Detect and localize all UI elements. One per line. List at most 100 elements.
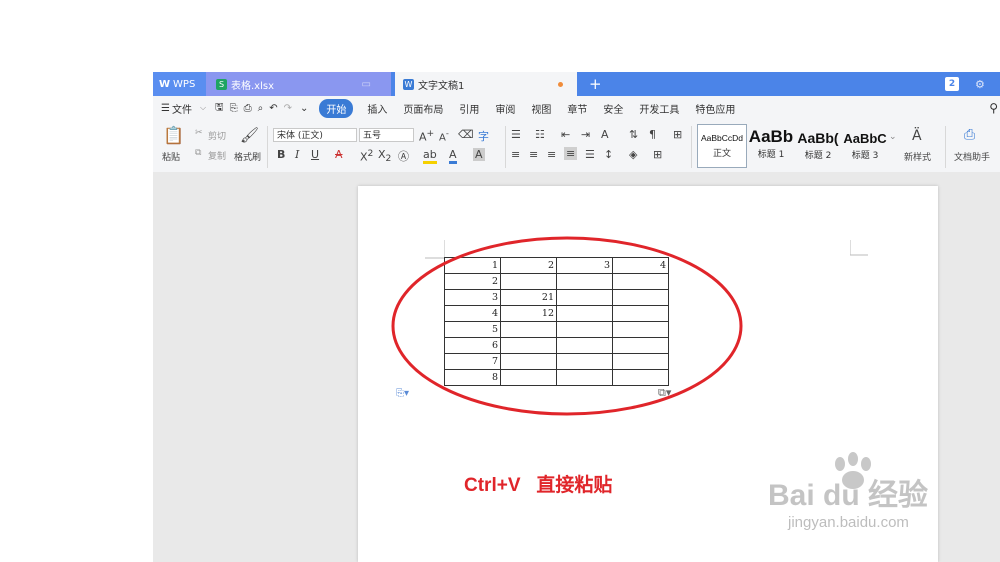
new-style-icon[interactable]: Ä	[912, 128, 922, 144]
italic-icon[interactable]: I	[295, 148, 299, 161]
menu-insert[interactable]: 插入	[359, 101, 395, 116]
print-preview-icon[interactable]: ⌕	[255, 103, 267, 114]
menu-references[interactable]: 引用	[451, 101, 487, 116]
menu-view[interactable]: 视图	[523, 101, 559, 116]
margin-corner-mark	[850, 240, 868, 256]
char-shading-icon[interactable]: A	[473, 148, 485, 161]
redo-icon[interactable]: ↷	[281, 103, 295, 114]
tab-document[interactable]: W 文字文稿1	[395, 72, 577, 96]
scissors-icon[interactable]: ✂	[195, 128, 203, 138]
menu-special[interactable]: 特色应用	[687, 101, 743, 116]
menu-start[interactable]: 开始	[319, 98, 354, 118]
tab-wps-label: WPS	[173, 78, 196, 90]
subscript-icon[interactable]: X2	[378, 148, 391, 164]
doc-helper-icon[interactable]: ⎙	[964, 127, 975, 143]
print-icon[interactable]: ⎙	[241, 103, 255, 114]
menu-review[interactable]: 审阅	[487, 101, 523, 116]
tab-bar: W WPS S 表格.xlsx ▭ W 文字文稿1 + 2 ⚙	[153, 72, 1000, 96]
paw-icon	[835, 452, 871, 489]
style-heading2-preview: AaBb(	[797, 130, 839, 146]
align-right-icon[interactable]: ≡	[547, 148, 556, 161]
align-left-icon[interactable]: ≡	[511, 148, 520, 161]
menu-security[interactable]: 安全	[595, 101, 631, 116]
watermark-url: jingyan.baidu.com	[788, 514, 909, 531]
increase-indent-icon[interactable]: ⇥	[581, 128, 590, 141]
numbered-list-icon[interactable]: ☷	[535, 128, 545, 141]
phonetic-icon[interactable]: 字	[478, 128, 489, 144]
line-spacing-icon[interactable]: ↕	[604, 148, 613, 161]
save-icon[interactable]: 🖫	[212, 100, 227, 117]
tab-spreadsheet[interactable]: S 表格.xlsx ▭	[206, 72, 391, 96]
justify-icon[interactable]: ≡	[564, 147, 578, 160]
tab-spreadsheet-label: 表格.xlsx	[231, 80, 275, 92]
style-heading1-label: 标题 1	[757, 150, 785, 160]
style-heading2[interactable]: AaBb( 标题 2	[795, 124, 841, 166]
decrease-indent-icon[interactable]: ⇤	[561, 128, 570, 141]
distribute-icon[interactable]: ☰	[585, 148, 595, 161]
new-tab-button[interactable]: +	[589, 72, 602, 96]
table-icon[interactable]: ⊞	[673, 128, 682, 141]
divider	[267, 126, 268, 168]
font-family-select[interactable]: 宋体 (正文)	[273, 128, 357, 142]
clear-format-icon[interactable]: ⌫	[458, 128, 474, 141]
underline-icon[interactable]: U	[311, 148, 319, 161]
font-color-icon[interactable]: A	[449, 148, 457, 164]
unsaved-dot-icon	[558, 81, 563, 87]
style-normal-preview: AaBbCcDd	[700, 133, 744, 143]
search-icon[interactable]: ⚲	[981, 101, 1000, 115]
doc-helper-button[interactable]: 文档助手	[954, 150, 990, 163]
menu-page-layout[interactable]: 页面布局	[395, 101, 451, 116]
show-marks-icon[interactable]: ¶	[649, 128, 656, 141]
settings-icon[interactable]: ⚙	[975, 72, 985, 96]
new-style-button[interactable]: 新样式	[904, 150, 931, 163]
superscript-icon[interactable]: X2	[360, 148, 373, 164]
grow-font-icon[interactable]: A+	[419, 128, 434, 144]
document-icon: W	[403, 78, 414, 90]
format-painter-icon[interactable]: 🖌	[240, 126, 259, 144]
style-heading3[interactable]: AaBbC 标题 3	[843, 124, 887, 166]
menu-section[interactable]: 章节	[559, 101, 595, 116]
tab-spreadsheet-status-icon: ▭	[361, 78, 371, 90]
style-heading2-label: 标题 2	[804, 151, 832, 161]
bullet-list-icon[interactable]: ☰	[511, 128, 521, 141]
style-normal-label: 正文	[712, 149, 731, 159]
wps-logo-icon: W	[159, 78, 171, 90]
shading-icon[interactable]: ◈	[629, 148, 637, 161]
format-painter-button[interactable]: 格式刷	[234, 150, 261, 163]
copy-icon[interactable]: ⧉	[195, 148, 201, 158]
divider	[505, 126, 506, 168]
style-heading3-label: 标题 3	[851, 151, 879, 161]
bold-icon[interactable]: B	[277, 148, 285, 161]
highlight-icon[interactable]: ab	[423, 148, 437, 164]
borders-icon[interactable]: ⊞	[653, 148, 662, 161]
font-size-select[interactable]: 五号	[359, 128, 414, 142]
undo-icon[interactable]: ↶	[266, 103, 280, 114]
style-heading1-preview: AaBb	[748, 127, 794, 146]
highlight-ellipse	[391, 236, 743, 416]
tab-wps[interactable]: W WPS	[153, 72, 206, 96]
paste-button[interactable]: 粘贴	[162, 150, 180, 163]
copy-button[interactable]: 复制	[208, 149, 226, 162]
style-normal[interactable]: AaBbCcDd 正文	[697, 124, 747, 168]
paste-icon[interactable]: 📋	[163, 126, 184, 146]
cut-button[interactable]: 剪切	[208, 129, 226, 142]
tab-counter-badge[interactable]: 2	[945, 77, 959, 91]
divider	[945, 126, 946, 168]
style-heading1[interactable]: AaBb 标题 1	[747, 124, 795, 166]
menu-file[interactable]: 文件	[172, 101, 200, 116]
menu-developer[interactable]: 开发工具	[631, 101, 687, 116]
sort-icon[interactable]: ⇅	[629, 128, 638, 141]
style-heading3-preview: AaBbC	[843, 131, 887, 146]
divider	[691, 126, 692, 168]
export-pdf-icon[interactable]: ⎘	[227, 103, 241, 114]
strikethrough-icon[interactable]: A	[335, 148, 343, 161]
customize-icon[interactable]: ⌄	[295, 103, 313, 114]
text-effect-icon[interactable]: Ⓐ	[398, 148, 409, 164]
shrink-font-icon[interactable]: A-	[439, 128, 449, 143]
align-center-icon[interactable]: ≡	[529, 148, 538, 161]
chevron-down-icon: ⌵	[199, 103, 207, 112]
hamburger-icon[interactable]: ☰	[153, 103, 172, 114]
styles-more-icon[interactable]: ⌄	[889, 132, 897, 142]
menu-bar: ☰ 文件 ⌵ 🖫 ⎘ ⎙ ⌕ ↶ ↷ ⌄ 开始 插入 页面布局 引用 审阅 视图…	[153, 96, 1000, 120]
chinese-layout-icon[interactable]: A	[601, 128, 609, 141]
